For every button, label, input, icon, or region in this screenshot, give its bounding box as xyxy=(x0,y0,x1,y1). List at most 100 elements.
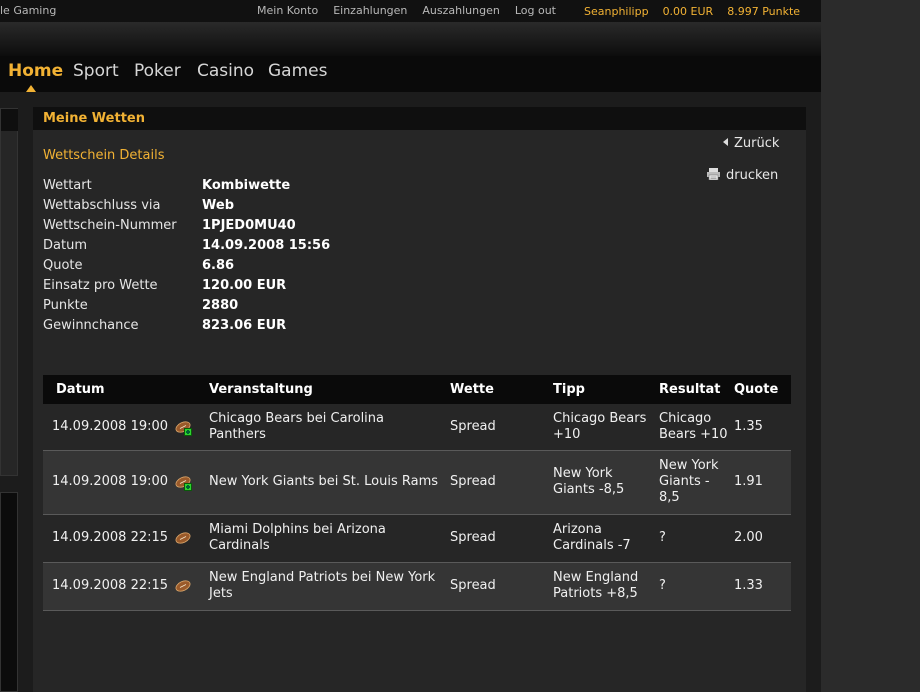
detail-label: Wettschein-Nummer xyxy=(43,218,177,233)
cell-line: Giants -8,5 xyxy=(553,482,625,497)
back-label: Zurück xyxy=(734,136,780,151)
cell-resultat: New York Giants -8,5 xyxy=(659,458,719,506)
detail-label: Punkte xyxy=(43,298,88,313)
detail-row: Datum 14.09.2008 15:56 xyxy=(43,238,443,258)
detail-row: Wettschein-Nummer 1PJED0MU40 xyxy=(43,218,443,238)
detail-value: 1PJED0MU40 xyxy=(202,218,296,233)
cell-event[interactable]: New England Patriots bei New York Jets xyxy=(209,570,435,602)
cell-wette: Spread xyxy=(450,578,496,593)
my-bets-panel: Meine Wetten Wettschein Details Zurück d… xyxy=(33,107,806,692)
cell-line: New York xyxy=(553,466,613,481)
account-links: Mein Konto Einzahlungen Auszahlungen Log… xyxy=(257,4,571,17)
top-bar: le Gaming Mein Konto Einzahlungen Auszah… xyxy=(0,0,821,22)
cell-quote: 1.35 xyxy=(734,419,763,434)
cell-line: New York xyxy=(659,458,719,473)
detail-value: Web xyxy=(202,198,234,213)
link-mein-konto[interactable]: Mein Konto xyxy=(257,4,318,17)
main-nav: Home Sport Poker Casino Games xyxy=(0,56,821,92)
cell-event[interactable]: Chicago Bears bei Carolina Panthers xyxy=(209,411,384,443)
cell-line: Cardinals xyxy=(209,538,270,553)
detail-value: Kombiwette xyxy=(202,178,291,193)
col-wette: Wette xyxy=(450,382,494,397)
cell-line: Giants - xyxy=(659,474,710,489)
cell-datum: 14.09.2008 22:15 xyxy=(52,530,169,545)
detail-value: 823.06 EUR xyxy=(202,318,287,333)
cell-wette: Spread xyxy=(450,530,496,545)
print-label: drucken xyxy=(726,168,779,183)
table-body: 14.09.2008 19:00 Chicago Bears bei Caroli… xyxy=(43,404,791,611)
right-background-strip xyxy=(821,0,920,692)
cell-line: Miami Dolphins bei Arizona xyxy=(209,522,386,537)
nav-games[interactable]: Games xyxy=(268,61,327,81)
table-row[interactable]: 14.09.2008 19:00 New York Giants bei St. … xyxy=(43,451,791,515)
table-row[interactable]: 14.09.2008 22:15 Miami Dolphins bei Arizo… xyxy=(43,515,791,563)
col-tipp: Tipp xyxy=(553,382,585,397)
detail-row: Wettart Kombiwette xyxy=(43,178,443,198)
cell-line: Bears +10 xyxy=(659,427,728,442)
link-auszahlungen[interactable]: Auszahlungen xyxy=(422,4,499,17)
cell-line: Panthers xyxy=(209,427,266,442)
cell-line: Arizona xyxy=(553,522,602,537)
nav-poker[interactable]: Poker xyxy=(134,61,181,81)
header-band xyxy=(0,22,821,56)
cell-line: New England Patriots bei New York xyxy=(209,570,436,585)
table-row[interactable]: 14.09.2008 22:15 New England Patriots bei… xyxy=(43,563,791,611)
print-link[interactable]: drucken xyxy=(707,168,778,183)
football-icon xyxy=(175,532,191,544)
col-datum: Datum xyxy=(56,382,105,397)
username[interactable]: Seanphilipp xyxy=(584,5,649,18)
panel-title: Meine Wetten xyxy=(33,107,806,130)
cell-line: Cardinals -7 xyxy=(553,538,631,553)
cell-wette: Spread xyxy=(450,474,496,489)
cell-line: Chicago Bears bei Carolina xyxy=(209,411,384,426)
back-link[interactable]: Zurück xyxy=(723,136,779,151)
detail-label: Einsatz pro Wette xyxy=(43,278,158,293)
cell-resultat: ? xyxy=(659,578,666,594)
detail-row: Quote 6.86 xyxy=(43,258,443,278)
cell-resultat: ? xyxy=(659,530,666,546)
col-resultat: Resultat xyxy=(659,382,721,397)
cell-event[interactable]: Miami Dolphins bei Arizona Cardinals xyxy=(209,522,386,554)
cell-quote: 2.00 xyxy=(734,530,763,545)
live-plus-icon xyxy=(184,483,192,491)
cell-line: New England xyxy=(553,570,639,585)
cell-tipp: New York Giants -8,5 xyxy=(553,466,624,498)
detail-label: Quote xyxy=(43,258,83,273)
cell-line: New York Giants bei St. Louis Rams xyxy=(209,474,439,489)
detail-row: Wettabschluss via Web xyxy=(43,198,443,218)
cell-quote: 1.33 xyxy=(734,578,763,593)
cell-resultat: Chicago Bears +10 xyxy=(659,411,728,443)
cell-line: Jets xyxy=(209,586,233,601)
cell-line: 8,5 xyxy=(659,490,680,505)
bet-details: Wettart Kombiwette Wettabschluss via Web W… xyxy=(43,178,443,338)
cell-line: ? xyxy=(659,530,666,545)
live-plus-icon xyxy=(184,428,192,436)
nav-home[interactable]: Home xyxy=(8,61,63,81)
cell-tipp: Arizona Cardinals -7 xyxy=(553,522,631,554)
detail-value: 120.00 EUR xyxy=(202,278,287,293)
cell-wette: Spread xyxy=(450,419,496,434)
detail-label: Wettabschluss via xyxy=(43,198,161,213)
detail-row: Gewinnchance 823.06 EUR xyxy=(43,318,443,338)
cell-line: +10 xyxy=(553,427,581,442)
table-row[interactable]: 14.09.2008 19:00 Chicago Bears bei Caroli… xyxy=(43,404,791,451)
balance: 0.00 EUR xyxy=(662,5,714,18)
detail-label: Wettart xyxy=(43,178,92,193)
nav-casino[interactable]: Casino xyxy=(197,61,254,81)
football-icon xyxy=(175,580,191,592)
nav-sport[interactable]: Sport xyxy=(73,61,119,81)
section-title: Wettschein Details xyxy=(43,148,165,163)
cell-line: ? xyxy=(659,578,666,593)
cell-quote: 1.91 xyxy=(734,474,763,489)
col-quote: Quote xyxy=(734,382,779,397)
cell-line: Chicago xyxy=(659,411,712,426)
back-arrow-icon xyxy=(723,138,728,146)
points: 8.997 Punkte xyxy=(727,5,801,18)
cell-event[interactable]: New York Giants bei St. Louis Rams xyxy=(209,474,438,490)
link-logout[interactable]: Log out xyxy=(515,4,556,17)
detail-value: 2880 xyxy=(202,298,239,313)
brand-text: le Gaming xyxy=(0,4,57,17)
link-einzahlungen[interactable]: Einzahlungen xyxy=(333,4,407,17)
cell-line: Patriots +8,5 xyxy=(553,586,638,601)
cell-datum: 14.09.2008 22:15 xyxy=(52,578,169,593)
